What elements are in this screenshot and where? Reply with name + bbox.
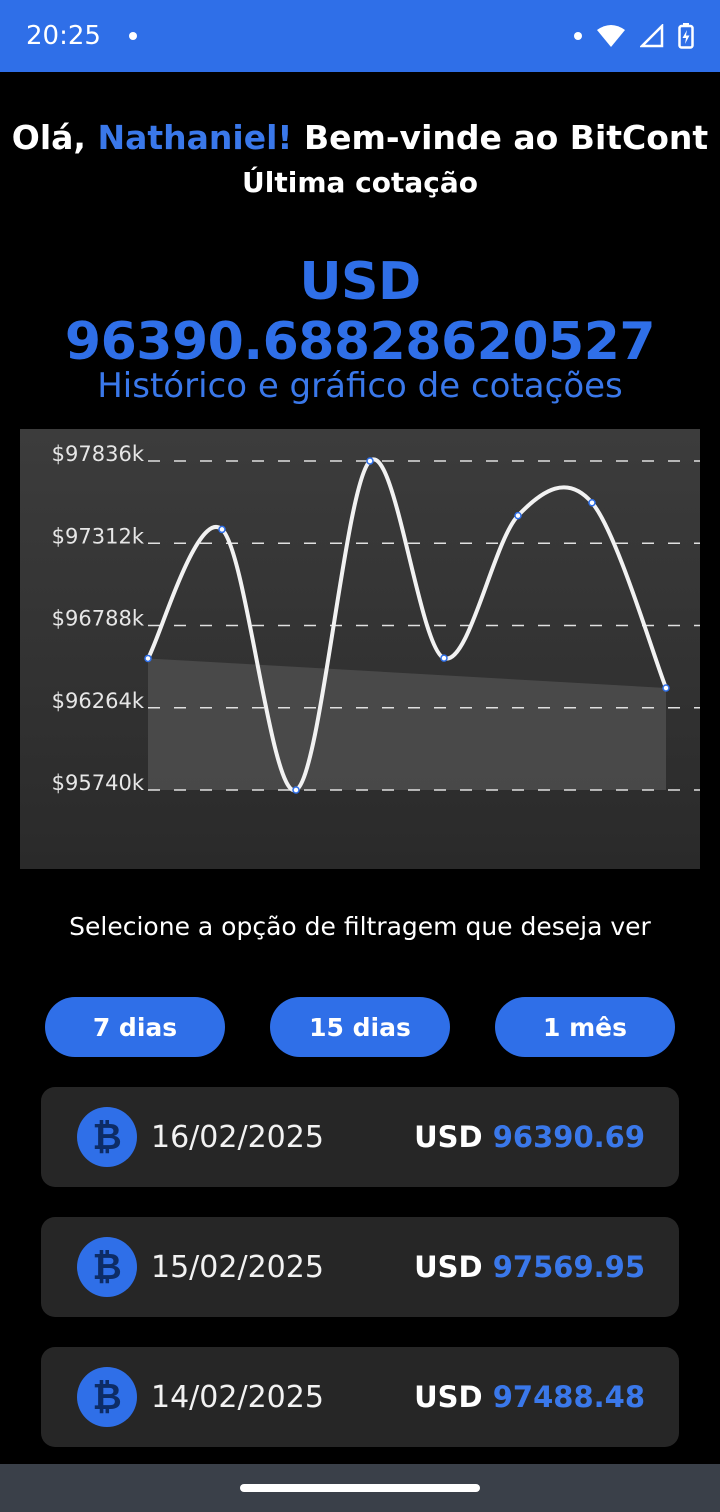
chart-area: [148, 658, 666, 790]
price-chart: $97836k $97312k $96788k $96264k $95740k: [20, 429, 700, 869]
signal-icon: [640, 24, 664, 48]
y-tick-label: $96788k: [52, 607, 145, 631]
chart-point[interactable]: [218, 525, 226, 534]
status-time: 20:25: [26, 21, 101, 51]
quote-card[interactable]: ₿ 14/02/2025 USD 97488.48: [41, 1347, 679, 1447]
svg-text:₿: ₿: [92, 1117, 121, 1157]
filter-15-days-button[interactable]: 15 dias: [270, 997, 450, 1057]
latest-price: USD 96390.68828620527: [64, 252, 656, 372]
notification-dot-icon: [128, 32, 137, 40]
chart-point[interactable]: [440, 654, 448, 662]
quote-price: USD 96390.69: [414, 1120, 645, 1154]
greeting: Olá, Nathaniel! Bem-vinde ao BitCont: [0, 118, 720, 157]
chart-point[interactable]: [144, 654, 152, 663]
quote-price: USD 97569.95: [414, 1250, 645, 1284]
price-chart-svg: $97836k $97312k $96788k $96264k $95740k: [52, 442, 700, 795]
chart-point[interactable]: [366, 457, 374, 465]
status-icons: [574, 23, 694, 49]
greeting-prefix: Olá,: [11, 118, 98, 157]
bitcoin-icon: ₿: [77, 1367, 137, 1427]
wifi-icon: [597, 25, 625, 47]
chart-point[interactable]: [662, 684, 670, 692]
quote-value: 96390.69: [492, 1120, 645, 1154]
home-gesture-handle[interactable]: [240, 1484, 480, 1492]
chart-point[interactable]: [292, 786, 300, 794]
chart-point[interactable]: [514, 511, 522, 520]
status-bar: 20:25: [0, 0, 720, 72]
greeting-suffix: Bem-vinde ao BitCont: [292, 118, 709, 157]
latest-quote-label: Última cotação: [242, 166, 478, 199]
history-title: Histórico e gráfico de cotações: [97, 366, 623, 406]
quote-card[interactable]: ₿ 15/02/2025 USD 97569.95: [41, 1217, 679, 1317]
bitcoin-icon: ₿: [77, 1107, 137, 1167]
quote-card[interactable]: ₿ 16/02/2025 USD 96390.69: [41, 1087, 679, 1187]
dot-icon: [574, 32, 582, 40]
quote-currency: USD: [414, 1250, 483, 1284]
filter-7-days-button[interactable]: 7 dias: [45, 997, 225, 1057]
quote-value: 97569.95: [492, 1250, 645, 1284]
quote-date: 14/02/2025: [151, 1379, 324, 1415]
y-tick-label: $97836k: [52, 442, 145, 466]
filter-prompt: Selecione a opção de filtragem que desej…: [69, 912, 651, 941]
y-tick-label: $97312k: [52, 524, 145, 548]
svg-text:₿: ₿: [92, 1377, 121, 1417]
battery-charging-icon: [678, 23, 694, 49]
filter-1-month-button[interactable]: 1 mês: [495, 997, 675, 1057]
svg-text:₿: ₿: [92, 1247, 121, 1287]
y-tick-label: $96264k: [52, 689, 145, 713]
quote-date: 15/02/2025: [151, 1249, 324, 1285]
chart-point[interactable]: [588, 499, 596, 507]
navigation-bar: [0, 1464, 720, 1512]
quote-date: 16/02/2025: [151, 1119, 324, 1155]
bitcoin-icon: ₿: [77, 1237, 137, 1297]
quote-price: USD 97488.48: [414, 1380, 645, 1414]
user-name: Nathaniel!: [97, 118, 293, 157]
quote-currency: USD: [414, 1120, 483, 1154]
y-tick-label: $95740k: [52, 771, 145, 795]
quote-value: 97488.48: [492, 1380, 645, 1414]
quote-currency: USD: [414, 1380, 483, 1414]
